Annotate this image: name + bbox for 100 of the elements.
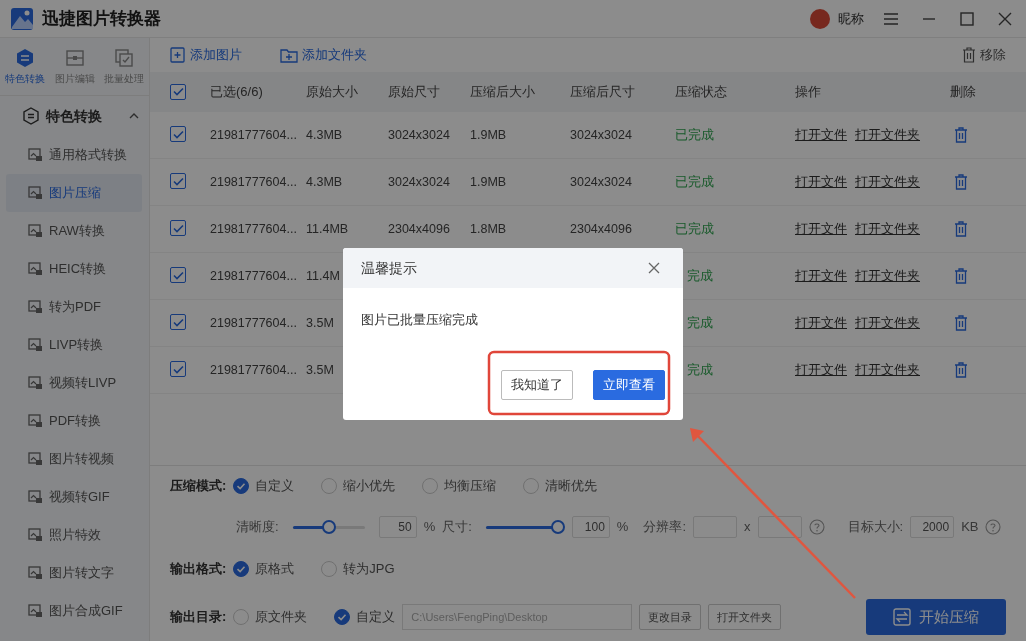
action-link[interactable]: 打开文件夹 <box>855 268 920 283</box>
sidebar-item[interactable]: PDF转换 <box>6 402 142 440</box>
status-text: 完成 <box>686 267 713 285</box>
column-header: 操作 <box>795 83 822 102</box>
action-link[interactable]: 打开文件夹 <box>855 127 920 142</box>
checkbox[interactable] <box>170 314 186 331</box>
check-icon[interactable] <box>172 317 184 327</box>
sidebar-item[interactable]: 视频转LIVP <box>6 364 142 402</box>
action-link[interactable]: 打开文件夹 <box>855 315 920 330</box>
sidebar-item[interactable]: 图片转文字 <box>6 554 142 592</box>
table-cell-text: 4.3MB <box>306 126 343 144</box>
trash-icon <box>962 47 976 63</box>
target-size-field[interactable]: 2000 <box>910 516 955 539</box>
status-text: 完成 <box>686 361 713 379</box>
status-text: 完成 <box>686 314 713 332</box>
number-field[interactable]: 100 <box>571 516 610 539</box>
sidebar-item[interactable]: 图片合成GIF <box>6 592 142 630</box>
sidebar-item[interactable]: RAW转换 <box>6 212 142 250</box>
action-link[interactable]: 打开文件 <box>795 174 847 189</box>
sidebar-item[interactable]: LIVP转换 <box>6 326 142 364</box>
check-icon[interactable] <box>172 176 184 186</box>
sidebar-item[interactable]: HEIC转换 <box>6 250 142 288</box>
action-link[interactable]: 打开文件夹 <box>855 362 920 377</box>
table-cell-text: 11.4MB <box>306 220 349 238</box>
picture-icon <box>28 452 43 466</box>
sidebar-item[interactable]: 转为PDF <box>6 288 142 326</box>
change-folder-button[interactable]: 更改目录 <box>639 603 702 630</box>
radio-option[interactable]: 自定义 <box>233 476 295 496</box>
table-cell-text: 21981777604... <box>210 126 297 144</box>
table-cell-text: 2304x4096 <box>388 220 450 238</box>
unit-label: KB <box>961 518 979 537</box>
column-header: 压缩后尺寸 <box>570 83 636 102</box>
table-cell-text: 11.4M <box>306 267 340 285</box>
height-field[interactable] <box>757 516 802 539</box>
remove-button[interactable]: 移除 <box>962 45 1006 65</box>
user-name[interactable]: 昵称 <box>838 8 864 29</box>
action-link[interactable]: 打开文件 <box>795 127 847 142</box>
radio-option[interactable]: 缩小优先 <box>321 476 396 496</box>
action-link[interactable]: 打开文件 <box>795 221 847 236</box>
start-compress-button[interactable]: 开始压缩 <box>866 598 1006 635</box>
checkbox[interactable] <box>170 83 186 100</box>
radio-option[interactable]: 均衡压缩 <box>422 476 497 496</box>
add-folder-icon <box>280 47 298 63</box>
action-link[interactable]: 打开文件 <box>795 268 847 283</box>
number-field[interactable]: 50 <box>378 516 417 539</box>
check-icon[interactable] <box>172 129 184 139</box>
table-cell-text: 21981777604... <box>210 220 297 238</box>
action-link[interactable]: 打开文件夹 <box>855 174 920 189</box>
sidebar-item[interactable]: 视频转GIF <box>6 478 142 516</box>
sidebar-item[interactable]: 照片特效 <box>6 516 142 554</box>
check-icon[interactable] <box>172 87 184 97</box>
help-icon[interactable] <box>808 519 825 536</box>
field-label: 压缩模式: <box>170 477 227 495</box>
checkbox[interactable] <box>170 126 186 143</box>
column-header: 删除 <box>950 83 977 102</box>
sidebar-item[interactable]: 通用格式转换 <box>6 136 142 174</box>
table-cell-text: 1.8MB <box>470 220 507 238</box>
check-icon[interactable] <box>172 270 184 280</box>
sidebar-group-title[interactable]: 特色转换 <box>46 105 102 127</box>
table-cell-text: 3024x3024 <box>388 173 450 191</box>
open-folder-button[interactable]: 打开文件夹 <box>708 603 782 630</box>
check-icon[interactable] <box>172 223 184 233</box>
action-link[interactable]: 打开文件夹 <box>855 221 920 236</box>
radio-option[interactable]: 转为JPG <box>321 558 395 579</box>
radio-option[interactable]: 原格式 <box>233 558 295 579</box>
radio-option[interactable]: 自定义 <box>334 607 396 627</box>
unit-label: % <box>616 518 629 537</box>
image-frame-icon <box>64 47 85 68</box>
checkbox[interactable] <box>170 361 186 378</box>
layers-icon <box>114 47 135 68</box>
radio-option[interactable]: 原文件夹 <box>233 607 308 627</box>
checkbox[interactable] <box>170 173 186 190</box>
column-header: 已选(6/6) <box>210 83 264 102</box>
sidebar-item[interactable]: 图片压缩 <box>6 174 142 212</box>
add-image-button[interactable]: 添加图片 <box>170 45 242 65</box>
category-tab[interactable]: 特色转换 <box>0 38 50 95</box>
checkbox[interactable] <box>170 220 186 237</box>
radio-option[interactable]: 清晰优先 <box>523 476 598 496</box>
table-cell-text: 1.9MB <box>470 173 507 191</box>
add-folder-button[interactable]: 添加文件夹 <box>280 45 367 65</box>
table-cell-text: 4.3MB <box>306 173 343 191</box>
table-cell-text: 21981777604... <box>210 173 297 191</box>
avatar <box>810 8 830 29</box>
unit-label: % <box>423 518 436 537</box>
field-label: 输出目录: <box>170 608 227 627</box>
sidebar-item[interactable]: 图片转视频 <box>6 440 142 478</box>
app-logo-icon <box>10 6 34 31</box>
dialog-button[interactable]: 我知道了 <box>501 370 573 400</box>
picture-icon <box>28 186 43 200</box>
field-label: 输出格式: <box>170 559 227 578</box>
help-icon[interactable] <box>985 519 1002 536</box>
table-cell-text: 3024x3024 <box>388 126 450 144</box>
dialog-button[interactable]: 立即查看 <box>593 370 665 400</box>
action-link[interactable]: 打开文件 <box>795 362 847 377</box>
action-link[interactable]: 打开文件 <box>795 315 847 330</box>
checkbox[interactable] <box>170 267 186 284</box>
status-text: 已完成 <box>675 173 714 191</box>
separator-label: x <box>744 518 751 537</box>
check-icon[interactable] <box>172 364 184 374</box>
swap-icon <box>893 607 911 626</box>
